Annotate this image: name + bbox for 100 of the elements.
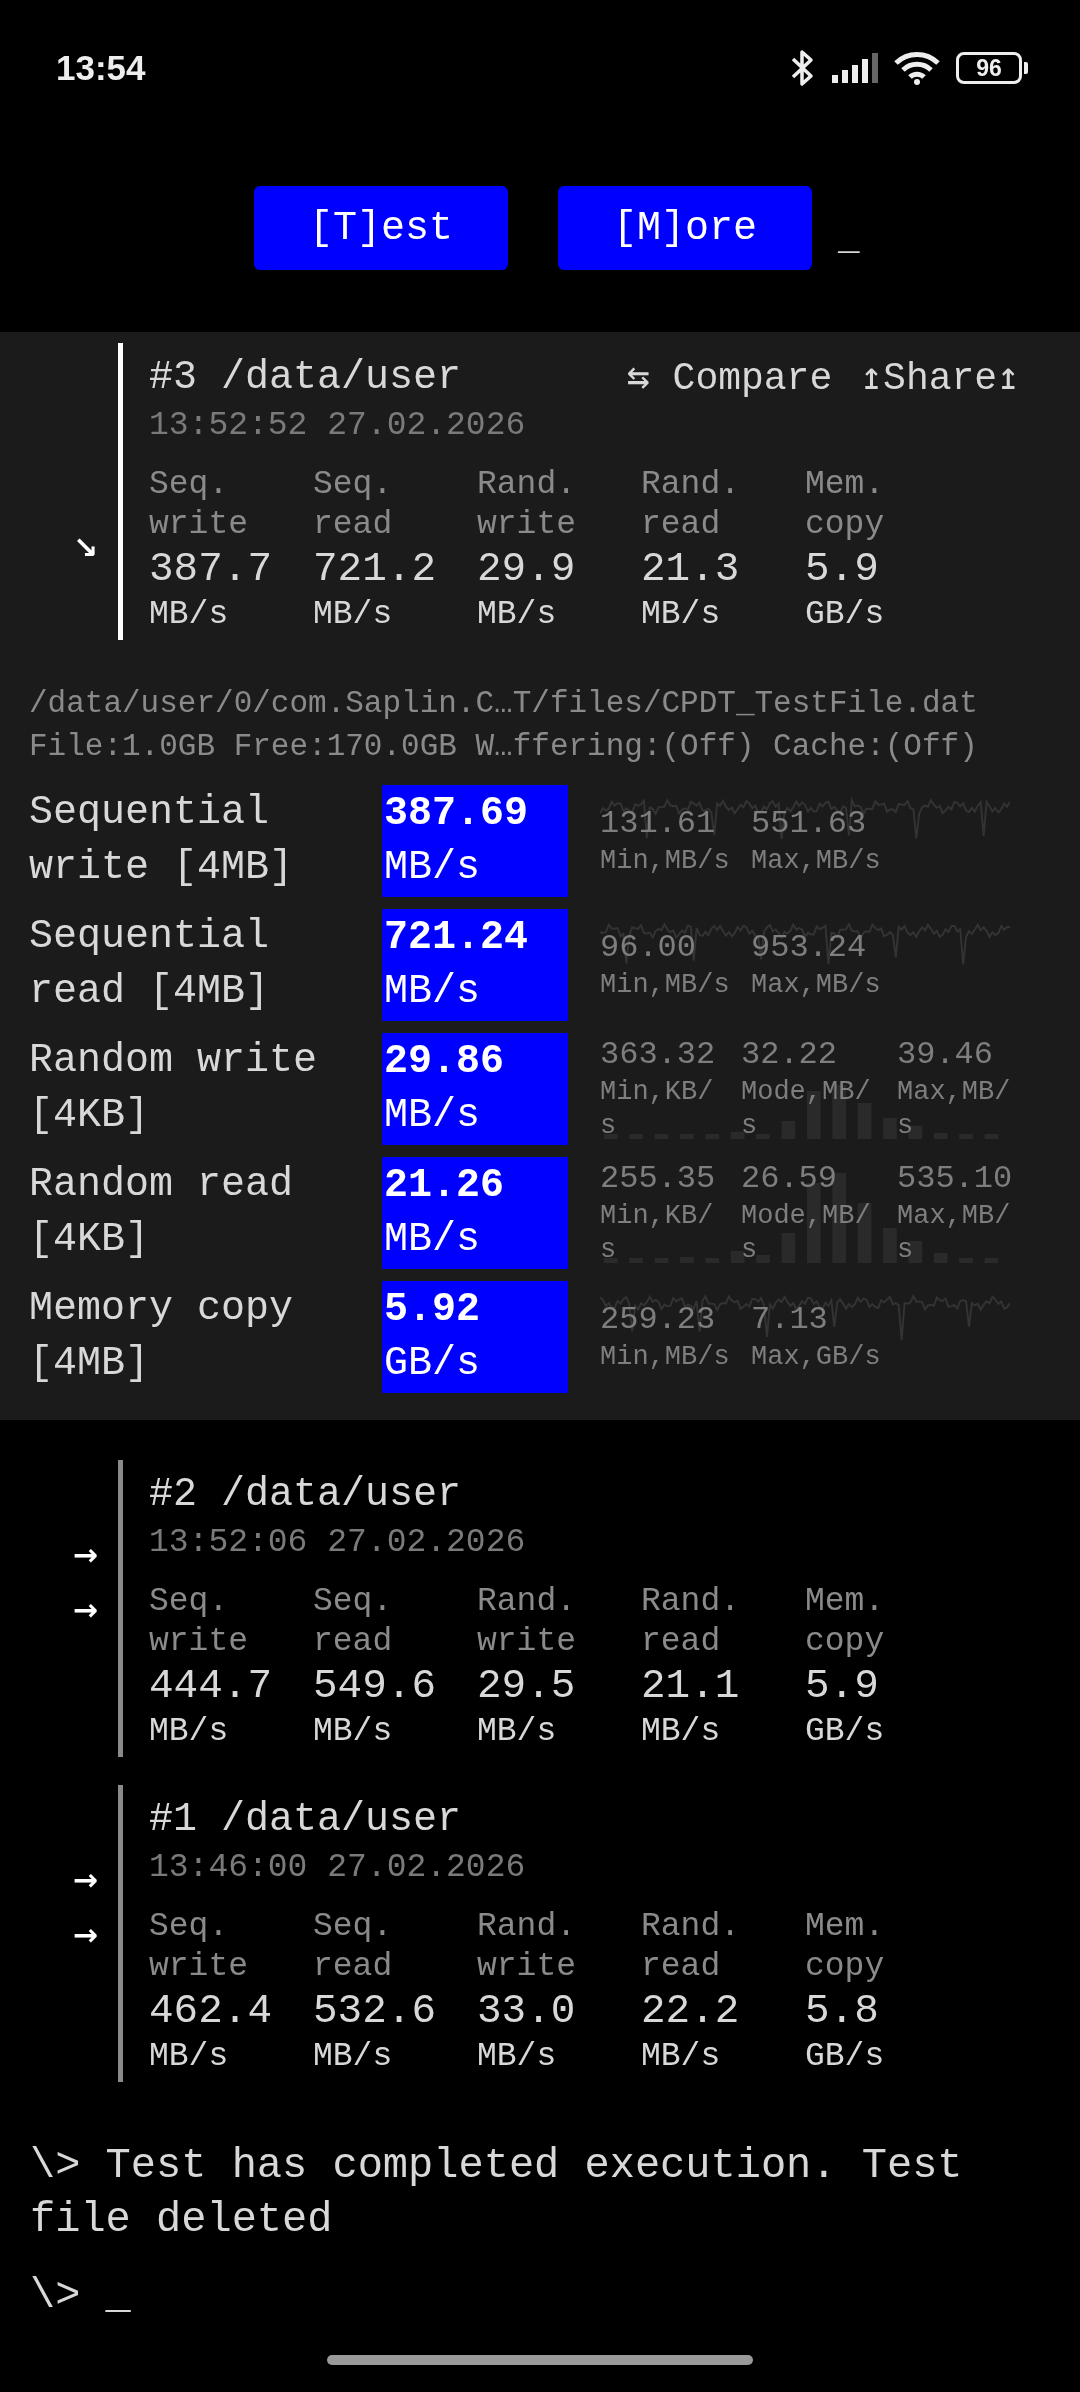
stat-value: 535.10 — [897, 1159, 1013, 1199]
metric-label: Seq. read — [313, 465, 394, 545]
prompt-symbol: \> — [30, 2271, 81, 2322]
metric-label: Rand. write — [477, 465, 578, 545]
result-date: 13:52:06 27.02.2026 — [149, 1523, 527, 1563]
metric-value: 532.6 — [313, 1987, 437, 2035]
speed-unit: MB/s — [384, 968, 481, 1016]
signal-icon — [832, 53, 878, 83]
metric-unit: MB/s — [641, 1712, 721, 1752]
metric-value: 22.2 — [641, 1987, 740, 2035]
metric-value: 444.7 — [149, 1662, 273, 1710]
stat-label: Min,KB/s — [600, 1076, 715, 1143]
arrow-marker[interactable]: → — [72, 1860, 98, 1900]
stat-value: 255.35 — [600, 1159, 716, 1199]
metric-label: Seq. write — [149, 1582, 250, 1662]
speed-value: 721.24 — [384, 914, 530, 962]
metric-value: 462.4 — [149, 1987, 273, 2035]
stat-label: Max,MB/s — [751, 845, 881, 878]
metric-value: 33.0 — [477, 1987, 576, 2035]
file-path: /data/user/0/com.Saplin.C…T/files/CPDT_TestFile.dat — [28, 685, 979, 723]
compare-link[interactable]: ⇆ Compare — [626, 354, 833, 400]
battery-level: 96 — [976, 56, 1002, 80]
metric-value: 29.5 — [477, 1662, 576, 1710]
test-name: Random read [4KB] — [28, 1161, 295, 1264]
stat-label: Mode,MB/s — [741, 1076, 872, 1143]
arrow-marker[interactable]: → — [72, 1535, 98, 1575]
stat-value: 953.24 — [751, 928, 867, 968]
stat-value: 7.13 — [751, 1300, 828, 1340]
metric-label: Rand. read — [641, 465, 742, 545]
metric-unit: MB/s — [477, 595, 557, 635]
metric-unit: GB/s — [805, 1712, 885, 1752]
speed-unit: MB/s — [384, 1216, 481, 1264]
metric-value: 5.9 — [805, 545, 879, 593]
console-message: \> Test has completed execution. Test file deleted — [29, 2141, 964, 2246]
metric-value: 21.3 — [641, 545, 740, 593]
metric-unit: MB/s — [149, 595, 229, 635]
bluetooth-icon — [790, 49, 816, 87]
metric-value: 387.7 — [149, 545, 273, 593]
metric-label: Rand. read — [641, 1582, 742, 1662]
metric-label: Mem. copy — [805, 1907, 886, 1987]
metric-label: Rand. write — [477, 1907, 578, 1987]
metric-unit: MB/s — [641, 595, 721, 635]
stat-label: Max,MB/s — [897, 1076, 1012, 1143]
test-name: Memory copy [4MB] — [28, 1285, 295, 1388]
speed-value: 5.92 — [384, 1286, 481, 1334]
speed-value: 21.26 — [384, 1162, 506, 1210]
metric-label: Seq. read — [313, 1907, 394, 1987]
stat-label: Mode,MB/s — [741, 1200, 872, 1267]
home-indicator[interactable] — [327, 2355, 753, 2365]
result-title: #3 /data/user — [149, 354, 463, 400]
metric-value: 21.1 — [641, 1662, 740, 1710]
menu-button[interactable]: [T]est — [254, 186, 508, 270]
metric-unit: MB/s — [149, 1712, 229, 1752]
metric-unit: MB/s — [313, 1712, 393, 1752]
stat-label: Min,MB/s — [600, 969, 730, 1002]
result-title: #1 /data/user — [149, 1796, 463, 1842]
metric-unit: GB/s — [805, 595, 885, 635]
stat-label: Max,MB/s — [897, 1200, 1012, 1267]
speed-value: 387.69 — [384, 790, 530, 838]
stat-value: 39.46 — [897, 1035, 993, 1075]
arrow-marker[interactable]: ↘ — [72, 528, 98, 568]
stat-label: Min,MB/s — [600, 845, 730, 878]
speed-unit: MB/s — [384, 1092, 481, 1140]
arrow-marker[interactable]: → — [72, 1915, 98, 1955]
metric-label: Mem. copy — [805, 465, 886, 545]
menu-button[interactable]: [M]ore — [558, 186, 812, 270]
metric-unit: GB/s — [805, 2037, 885, 2077]
test-settings: File:1.0GB Free:170.0GB W…ffering:(Off) Cache:(Off) — [28, 728, 979, 766]
metric-unit: MB/s — [313, 595, 393, 635]
stat-label: Min,KB/s — [600, 1200, 715, 1267]
test-name: Random write [4KB] — [28, 1037, 319, 1140]
result-date: 13:46:00 27.02.2026 — [149, 1848, 527, 1888]
result-title: #2 /data/user — [149, 1471, 463, 1517]
metric-value: 549.6 — [313, 1662, 437, 1710]
speed-value: 29.86 — [384, 1038, 506, 1086]
speed-unit: GB/s — [384, 1340, 481, 1388]
share-link[interactable]: ↥Share↥ — [860, 354, 1020, 400]
metric-value: 721.2 — [313, 545, 437, 593]
stat-value: 551.63 — [751, 804, 867, 844]
prompt-cursor: _ — [105, 2271, 131, 2322]
speed-unit: MB/s — [384, 844, 481, 892]
stat-value: 131.61 — [600, 804, 716, 844]
result-date: 13:52:52 27.02.2026 — [149, 406, 527, 446]
text-cursor: _ — [838, 219, 860, 262]
stat-value: 32.22 — [741, 1035, 837, 1075]
stat-value: 363.32 — [600, 1035, 716, 1075]
arrow-marker[interactable]: → — [72, 1590, 98, 1630]
metric-value: 29.9 — [477, 545, 576, 593]
stat-value: 96.00 — [600, 928, 696, 968]
metric-value: 5.8 — [805, 1987, 879, 2035]
test-name: Sequential read [4MB] — [28, 913, 271, 1016]
stat-label: Min,MB/s — [600, 1341, 730, 1374]
metric-unit: MB/s — [641, 2037, 721, 2077]
stat-value: 26.59 — [741, 1159, 837, 1199]
test-name: Sequential write [4MB] — [28, 789, 295, 892]
stat-label: Max,GB/s — [751, 1341, 881, 1374]
metric-unit: MB/s — [149, 2037, 229, 2077]
clock-time: 13:54 — [56, 48, 146, 88]
metric-label: Mem. copy — [805, 1582, 886, 1662]
metric-label: Rand. read — [641, 1907, 742, 1987]
